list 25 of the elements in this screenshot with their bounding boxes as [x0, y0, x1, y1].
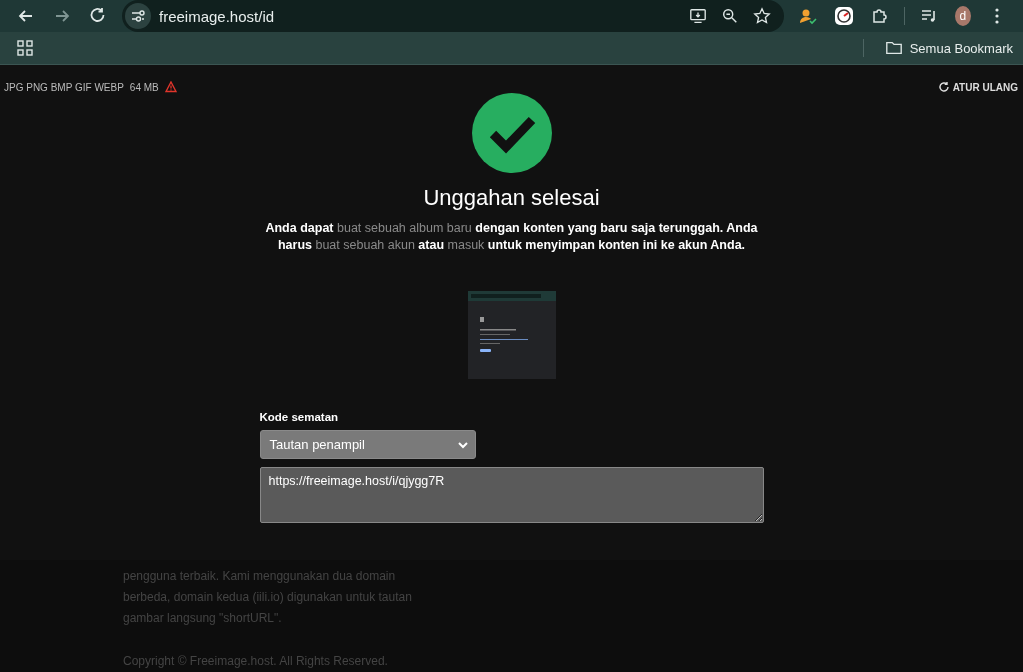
install-icon[interactable]	[689, 7, 707, 25]
bookmarks-button[interactable]: Semua Bookmark	[869, 39, 1023, 57]
file-formats: JPG PNG BMP GIF WEBP	[4, 81, 124, 93]
max-size: 64 MB	[129, 81, 159, 93]
zoom-icon[interactable]	[721, 7, 739, 25]
address-bar[interactable]: freeimage.host/id	[122, 0, 784, 32]
apps-icon[interactable]	[15, 38, 35, 58]
refresh-icon	[937, 81, 950, 93]
gauge-icon[interactable]	[834, 6, 854, 26]
embed-select[interactable]: Tautan penampil	[259, 430, 476, 459]
folder-icon	[884, 39, 903, 57]
profile-avatar[interactable]: d	[954, 6, 971, 26]
upload-message: Anda dapat buat sebuah album baru dengan konten yang baru saja terunggah. Anda harus buat sebuah akun atau masuk untuk menyimpan konten ini ke akun Anda.	[264, 220, 759, 254]
warning-icon	[164, 81, 177, 93]
link[interactable]: buat sebuah album baru	[337, 221, 472, 235]
site-settings-icon[interactable]	[125, 3, 151, 29]
extensions-icon[interactable]	[870, 6, 890, 26]
star-icon[interactable]	[753, 7, 771, 25]
embed-label: Kode sematan	[259, 411, 339, 423]
upload-title: Unggahan selesai	[423, 185, 600, 211]
link[interactable]: buat sebuah akun	[315, 238, 415, 252]
embed-code-field[interactable]: https://freeimage.host/i/qjygg7R	[259, 467, 764, 523]
reset-button[interactable]: ATUR ULANG	[937, 81, 1018, 93]
link[interactable]: masuk	[447, 238, 485, 252]
check-icon	[471, 93, 552, 173]
